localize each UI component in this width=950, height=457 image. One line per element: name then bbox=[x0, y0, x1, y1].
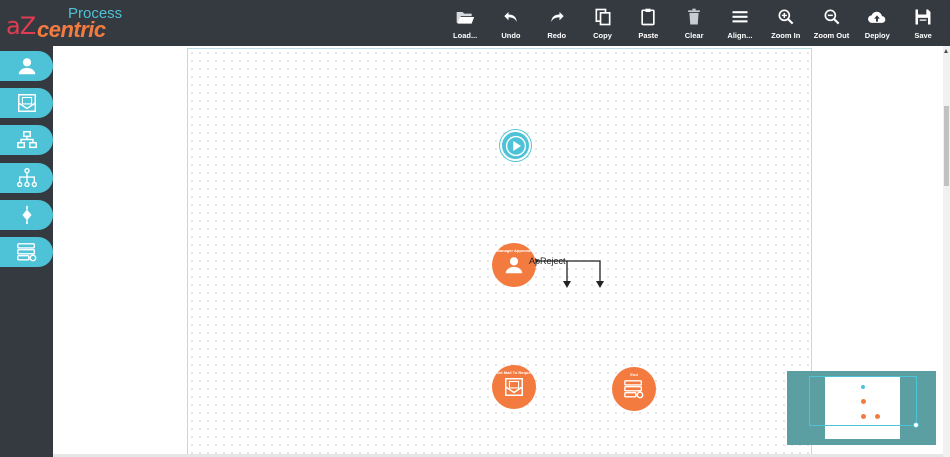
overview-minimap[interactable] bbox=[787, 371, 936, 445]
deploy-button[interactable]: Deploy bbox=[854, 0, 900, 46]
toolbar: Load... Undo Redo Copy Paste Clear Align… bbox=[442, 0, 946, 46]
load-label: Load... bbox=[453, 31, 478, 40]
align-label: Align... bbox=[727, 31, 753, 40]
paste-label: Paste bbox=[638, 31, 659, 40]
task-node-email[interactable]: Email Mail To Requester bbox=[492, 365, 538, 409]
clear-label: Clear bbox=[684, 31, 704, 40]
database-settings-icon bbox=[16, 243, 36, 262]
palette-hierarchy[interactable] bbox=[0, 163, 53, 193]
logo-az: aZ bbox=[6, 12, 36, 40]
minimap-viewport[interactable] bbox=[809, 376, 917, 426]
minimap-resize-handle[interactable] bbox=[913, 422, 919, 428]
palette-sub-process[interactable] bbox=[0, 125, 53, 155]
align-button[interactable]: Align... bbox=[717, 0, 763, 46]
save-button[interactable]: Save bbox=[900, 0, 946, 46]
start-event-node[interactable] bbox=[500, 130, 531, 161]
database-settings-icon bbox=[624, 380, 644, 399]
zoom-in-icon bbox=[778, 9, 794, 25]
palette-email-task[interactable] bbox=[0, 88, 53, 118]
redo-button[interactable]: Redo bbox=[534, 0, 580, 46]
zoom-in-button[interactable]: Zoom In bbox=[763, 0, 809, 46]
deploy-label: Deploy bbox=[864, 31, 890, 40]
clear-button[interactable]: Clear bbox=[671, 0, 717, 46]
end-node-title: End bbox=[630, 372, 638, 377]
end-event-node[interactable]: End bbox=[612, 367, 656, 411]
hierarchy-icon bbox=[16, 167, 37, 188]
app-logo: aZ Process centric bbox=[6, 4, 126, 42]
zoom-out-icon bbox=[824, 9, 839, 25]
align-icon bbox=[732, 11, 748, 23]
process-canvas[interactable]: Manager Approval ApReject Email Mail To … bbox=[187, 48, 812, 457]
copy-button[interactable]: Copy bbox=[580, 0, 626, 46]
user-task-icon bbox=[18, 58, 35, 75]
palette-user-task[interactable] bbox=[0, 51, 53, 81]
redo-icon bbox=[550, 12, 564, 22]
task-node-title: Manager Approval bbox=[496, 248, 532, 253]
load-button[interactable]: Load... bbox=[442, 0, 488, 46]
save-label: Save bbox=[914, 31, 932, 40]
user-icon bbox=[505, 257, 523, 274]
palette-sidebar bbox=[0, 46, 53, 457]
folder-open-icon bbox=[456, 12, 475, 24]
zoom-out-label: Zoom Out bbox=[813, 31, 850, 40]
scroll-thumb[interactable] bbox=[944, 106, 949, 186]
sub-process-icon bbox=[16, 131, 37, 149]
connector-label[interactable]: ApReject bbox=[529, 256, 566, 266]
copy-label: Copy bbox=[593, 31, 612, 40]
logo-centric: centric bbox=[37, 17, 106, 42]
copy-icon bbox=[595, 8, 611, 26]
trash-icon bbox=[688, 8, 700, 25]
scroll-up-arrow-icon[interactable] bbox=[944, 49, 948, 53]
envelope-icon bbox=[505, 378, 523, 396]
email-task-icon bbox=[17, 94, 36, 112]
undo-icon bbox=[504, 12, 517, 22]
palette-gateway[interactable] bbox=[0, 200, 53, 230]
top-bar: aZ Process centric Load... Undo Redo Cop… bbox=[0, 0, 950, 46]
undo-label: Undo bbox=[501, 31, 521, 40]
email-node-title: Email Mail To Requester bbox=[492, 370, 538, 375]
play-icon bbox=[505, 135, 526, 156]
gateway-icon bbox=[21, 205, 32, 225]
zoom-in-label: Zoom In bbox=[771, 31, 801, 40]
undo-button[interactable]: Undo bbox=[488, 0, 534, 46]
palette-database-settings[interactable] bbox=[0, 237, 53, 267]
floppy-disk-icon bbox=[915, 9, 931, 25]
cloud-upload-icon bbox=[868, 11, 886, 23]
paste-icon bbox=[641, 8, 655, 26]
vertical-scrollbar[interactable] bbox=[943, 46, 950, 457]
paste-button[interactable]: Paste bbox=[625, 0, 671, 46]
zoom-out-button[interactable]: Zoom Out bbox=[809, 0, 855, 46]
redo-label: Redo bbox=[547, 31, 567, 40]
